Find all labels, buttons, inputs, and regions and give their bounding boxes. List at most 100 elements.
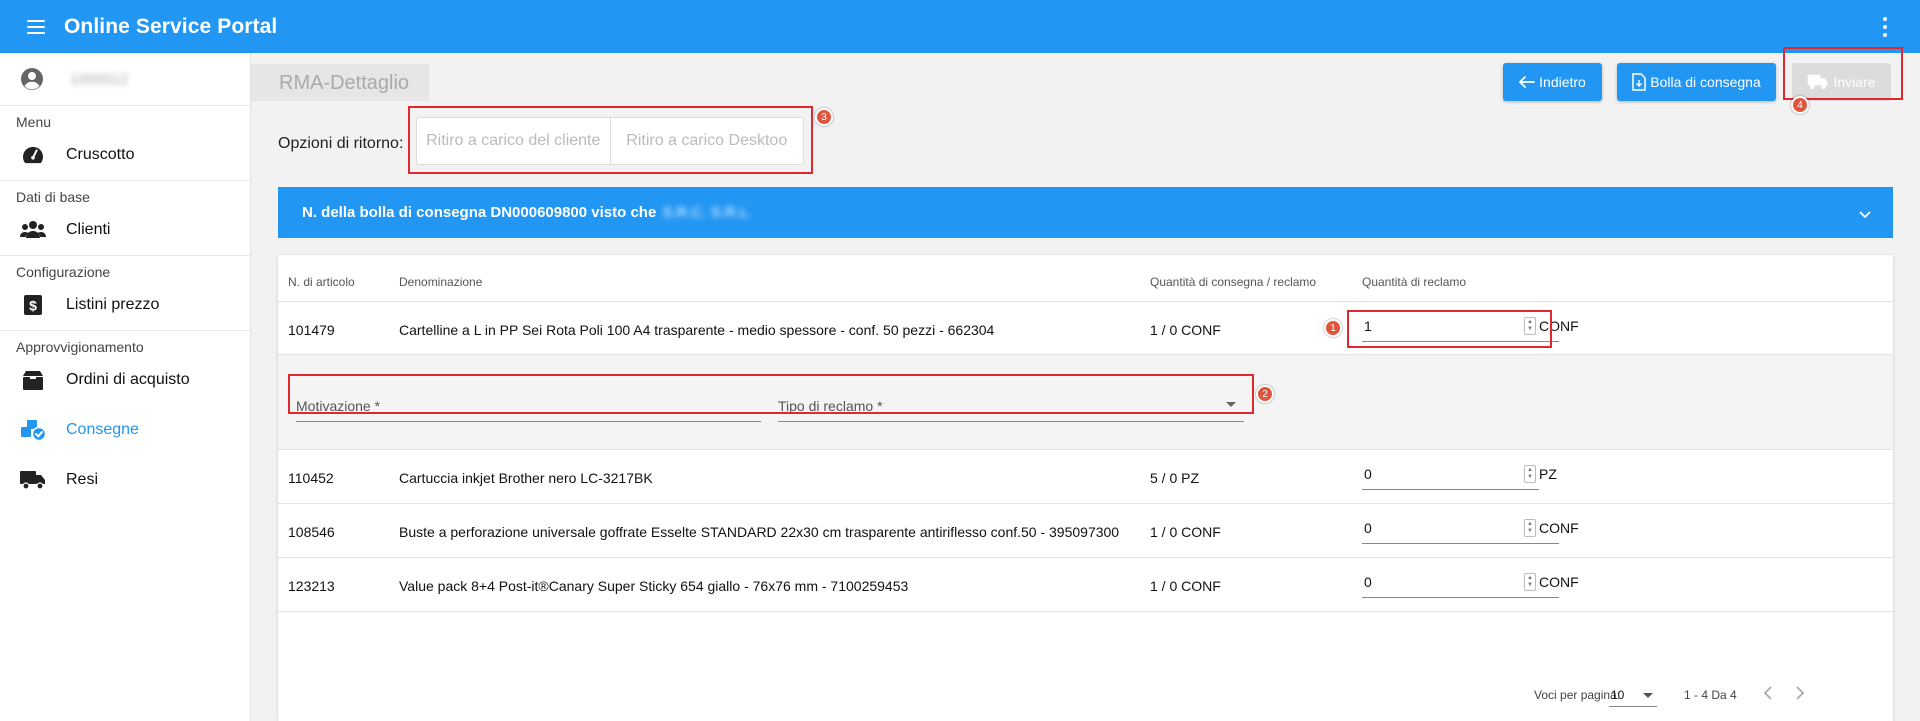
dropdown-arrow-icon bbox=[1643, 693, 1653, 698]
claim-qty-value: 0 bbox=[1364, 574, 1372, 590]
column-header-article: N. di articolo bbox=[288, 275, 355, 289]
items-table: N. di articolo Denominazione Quantità di… bbox=[278, 255, 1893, 721]
return-option-desktoo[interactable]: Ritiro a carico Desktoo bbox=[609, 118, 804, 164]
claim-type-select[interactable]: Tipo di reclamo * bbox=[778, 396, 1244, 422]
stepper-icon[interactable]: ▲ ▼ bbox=[1524, 519, 1536, 537]
column-header-name: Denominazione bbox=[399, 275, 483, 289]
delivery-note-label: Bolla di consegna bbox=[1650, 74, 1761, 90]
sidebar-item-label: Resi bbox=[66, 471, 99, 488]
sidebar-item-consegne[interactable]: Consegne bbox=[0, 405, 250, 455]
boxes-check-icon bbox=[20, 419, 46, 441]
dollar-icon: $ bbox=[20, 294, 46, 316]
chevron-right-icon[interactable] bbox=[1788, 681, 1812, 705]
article-number: 123213 bbox=[288, 578, 335, 594]
claim-qty-input[interactable]: 1 ▲ ▼ CONF bbox=[1362, 316, 1579, 342]
section-title-approvvigionamento: Approvvigionamento bbox=[16, 339, 144, 355]
delivery-note-text: N. della bolla di consegna DN000609800 v… bbox=[302, 204, 657, 221]
sidebar-item-label: Clienti bbox=[66, 221, 111, 238]
account-circle-icon bbox=[21, 68, 43, 90]
sidebar-item-label: Cruscotto bbox=[66, 146, 135, 163]
claim-type-label: Tipo di reclamo * bbox=[778, 398, 883, 414]
sidebar-item-ordini-di-acquisto[interactable]: Ordini di acquisto bbox=[0, 355, 250, 405]
chevron-down-icon bbox=[1859, 206, 1871, 223]
send-button-label: Inviare bbox=[1833, 74, 1876, 90]
sidebar: 1000012 Menu Cruscotto Dati di base Clie… bbox=[0, 53, 251, 721]
column-header-delivery-qty: Quantità di consegna / reclamo bbox=[1150, 275, 1317, 289]
back-button[interactable]: Indietro bbox=[1503, 63, 1602, 101]
step-badge-4: 4 bbox=[1791, 96, 1809, 114]
file-download-icon bbox=[1632, 73, 1646, 91]
article-number: 101479 bbox=[288, 322, 335, 338]
app-title: Online Service Portal bbox=[64, 14, 278, 38]
delivery-qty: 1 / 0 CONF bbox=[1150, 524, 1221, 540]
delivery-qty: 5 / 0 PZ bbox=[1150, 470, 1200, 486]
send-button[interactable]: Inviare bbox=[1792, 63, 1891, 101]
article-name: Value pack 8+4 Post-it®Canary Super Stic… bbox=[399, 578, 909, 594]
claim-qty-value: 1 bbox=[1364, 318, 1372, 334]
back-button-label: Indietro bbox=[1539, 74, 1586, 90]
page-range: 1 - 4 Da 4 bbox=[1684, 688, 1737, 702]
claim-qty-value: 0 bbox=[1364, 466, 1372, 482]
more-options-icon[interactable] bbox=[1882, 17, 1888, 37]
users-icon bbox=[20, 219, 46, 241]
menu-button[interactable] bbox=[0, 0, 72, 53]
article-number: 108546 bbox=[288, 524, 335, 540]
table-row: 101479 Cartelline a L in PP Sei Rota Pol… bbox=[278, 302, 1893, 355]
main-content: RMA-Dettaglio Indietro Bolla di consegna… bbox=[251, 47, 1920, 721]
reason-field[interactable]: Motivazione * bbox=[296, 396, 761, 422]
claim-qty-input[interactable]: 0 ▲ ▼ CONF bbox=[1362, 572, 1579, 598]
section-title-dati-di-base: Dati di base bbox=[16, 189, 90, 205]
arrow-left-icon bbox=[1519, 76, 1536, 88]
sidebar-item-label: Listini prezzo bbox=[66, 296, 160, 313]
sidebar-item-resi[interactable]: Resi bbox=[0, 455, 250, 505]
reason-field-label: Motivazione * bbox=[296, 398, 381, 414]
claim-qty-unit: CONF bbox=[1539, 574, 1579, 590]
claim-qty-unit: CONF bbox=[1539, 520, 1579, 536]
user-name: 1000012 bbox=[70, 70, 129, 88]
return-options-toggle: Ritiro a carico del cliente Ritiro a car… bbox=[416, 117, 804, 165]
section-title-configurazione: Configurazione bbox=[16, 264, 111, 280]
top-app-bar: Online Service Portal bbox=[0, 0, 1920, 53]
article-name: Cartelline a L in PP Sei Rota Poli 100 A… bbox=[399, 322, 995, 338]
step-badge-1: 1 bbox=[1324, 319, 1342, 337]
per-page-select[interactable]: 10 bbox=[1609, 683, 1657, 707]
sidebar-item-clienti[interactable]: Clienti bbox=[0, 205, 250, 255]
svg-text:$: $ bbox=[29, 298, 37, 314]
dropdown-arrow-icon bbox=[1226, 402, 1236, 407]
article-number: 110452 bbox=[288, 470, 334, 486]
delivery-note-panel-header[interactable]: N. della bolla di consegna DN000609800 v… bbox=[278, 187, 1893, 238]
table-pagination: Voci per pagina: 10 1 - 4 Da 4 bbox=[278, 665, 1893, 721]
box-icon bbox=[20, 369, 46, 391]
step-badge-3: 3 bbox=[815, 108, 833, 126]
sidebar-item-cruscotto[interactable]: Cruscotto bbox=[0, 130, 250, 180]
truck-icon bbox=[20, 469, 46, 491]
delivery-qty: 1 / 0 CONF bbox=[1150, 578, 1221, 594]
stepper-icon[interactable]: ▲ ▼ bbox=[1524, 573, 1536, 591]
step-badge-2: 2 bbox=[1256, 385, 1274, 403]
column-header-claim-qty: Quantità di reclamo bbox=[1362, 275, 1467, 289]
article-name: Buste a perforazione universale goffrate… bbox=[399, 524, 1120, 540]
table-header: N. di articolo Denominazione Quantità di… bbox=[278, 255, 1893, 302]
delivery-note-button[interactable]: Bolla di consegna bbox=[1617, 63, 1776, 101]
claim-qty-input[interactable]: 0 ▲ ▼ PZ bbox=[1362, 464, 1557, 490]
chevron-left-icon[interactable] bbox=[1756, 681, 1780, 705]
sidebar-item-listini-prezzo[interactable]: $ Listini prezzo bbox=[0, 280, 250, 330]
stepper-icon[interactable]: ▲ ▼ bbox=[1524, 317, 1536, 335]
delivery-company: S.R.C. S.R.L. bbox=[662, 204, 753, 221]
table-row: 123213 Value pack 8+4 Post-it®Canary Sup… bbox=[278, 558, 1893, 612]
claim-qty-unit: CONF bbox=[1539, 318, 1579, 334]
claim-qty-input[interactable]: 0 ▲ ▼ CONF bbox=[1362, 518, 1579, 544]
stepper-icon[interactable]: ▲ ▼ bbox=[1524, 465, 1536, 483]
article-name: Cartuccia inkjet Brother nero LC-3217BK bbox=[399, 470, 653, 486]
section-title-menu: Menu bbox=[16, 114, 52, 130]
sidebar-item-label: Consegne bbox=[66, 421, 139, 438]
hamburger-icon bbox=[27, 19, 45, 34]
table-row: 110452 Cartuccia inkjet Brother nero LC-… bbox=[278, 450, 1893, 504]
return-options-label: Opzioni di ritorno: bbox=[278, 135, 404, 152]
table-row: 108546 Buste a perforazione universale g… bbox=[278, 504, 1893, 558]
claim-qty-unit: PZ bbox=[1539, 466, 1557, 482]
return-option-customer[interactable]: Ritiro a carico del cliente bbox=[417, 118, 610, 164]
delivery-qty: 1 / 0 CONF bbox=[1150, 322, 1221, 338]
per-page-value: 10 bbox=[1611, 688, 1625, 702]
user-profile[interactable]: 1000012 bbox=[0, 53, 250, 106]
